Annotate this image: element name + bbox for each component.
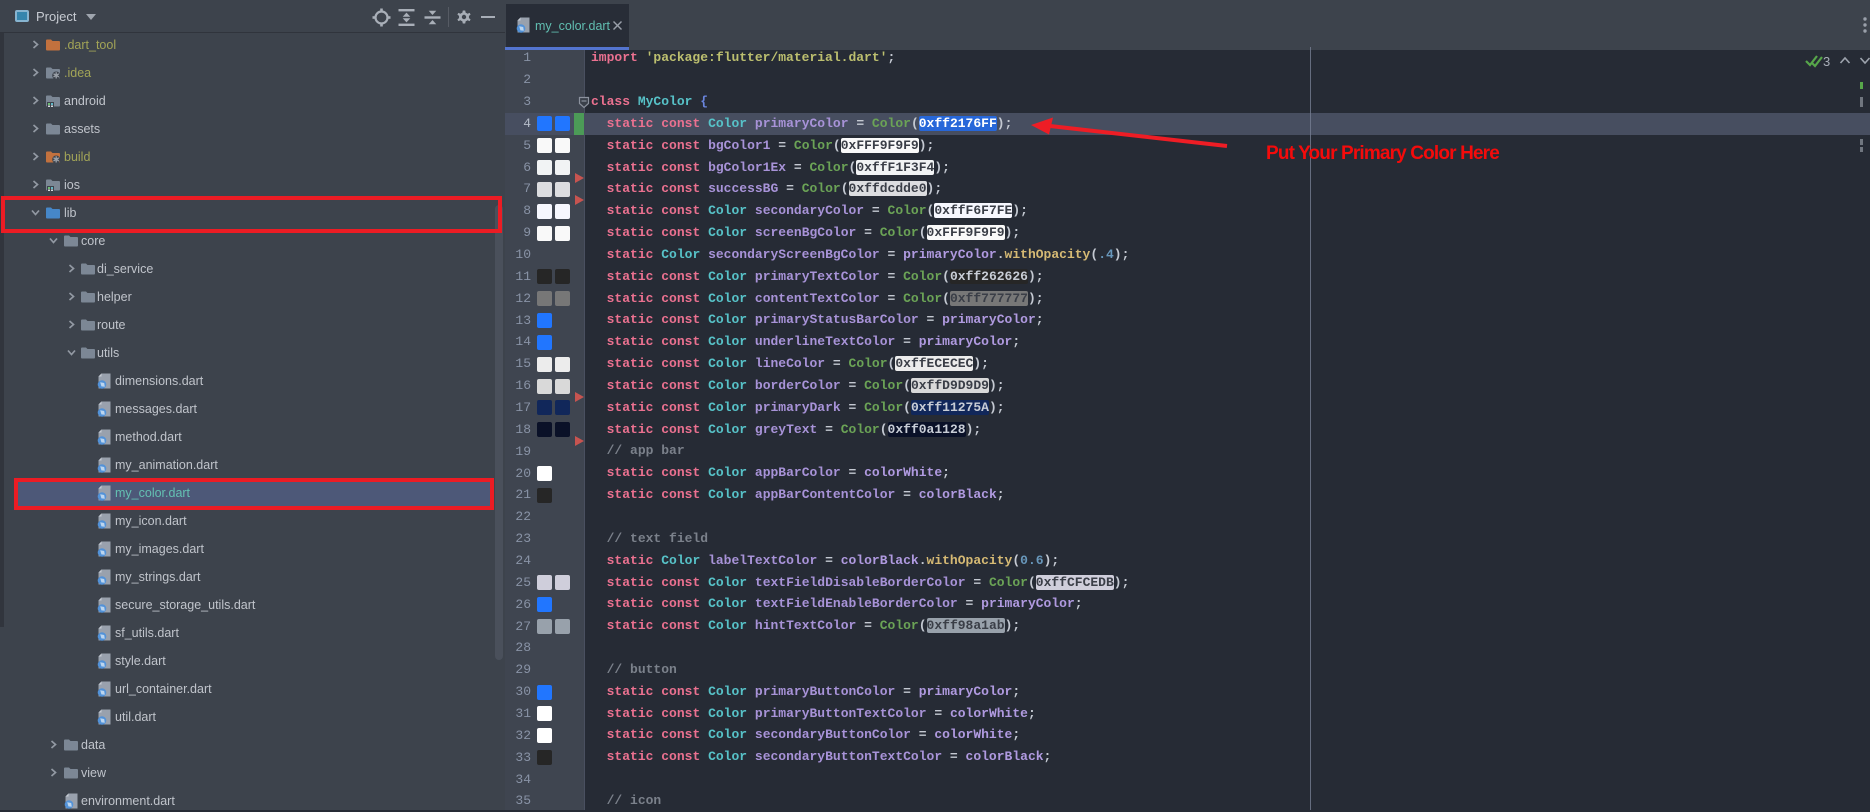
svg-text:✱: ✱ [53,155,60,164]
svg-text:✱: ✱ [53,71,60,80]
